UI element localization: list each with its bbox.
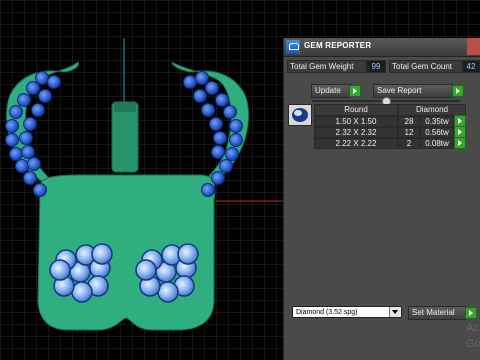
save-report-go-icon[interactable] <box>452 85 464 97</box>
pave-gem <box>9 147 23 161</box>
pave-gem <box>38 89 52 103</box>
pave-gem <box>23 171 37 185</box>
row1-size: 1.50 X 1.50 <box>314 116 398 127</box>
row2-count: 12 <box>398 127 420 138</box>
set-material-go-icon[interactable] <box>465 307 477 319</box>
material-select-value: Diamond (3.52 spg) <box>296 309 358 316</box>
row1-weight: 0.35tw <box>420 116 454 127</box>
panel-titlebar[interactable]: GEM REPORTER <box>284 38 480 57</box>
pave-gem <box>23 117 37 131</box>
pave-gem <box>47 75 61 89</box>
update-button[interactable]: Update <box>311 84 351 98</box>
material-select[interactable]: Diamond (3.52 spg) <box>292 306 402 318</box>
row3-weight: 0.08tw <box>420 138 454 149</box>
gem-thumbnail-icon <box>288 104 312 126</box>
pave-gem <box>201 103 215 117</box>
row3-size: 2.22 X 2.22 <box>314 138 398 149</box>
pave-gem <box>201 183 215 197</box>
row3-count: 2 <box>398 138 420 149</box>
pave-gem <box>225 147 239 161</box>
pave-gem <box>27 157 41 171</box>
chevron-down-icon[interactable] <box>389 307 401 317</box>
pave-gem <box>213 131 227 145</box>
pave-gem <box>205 81 219 95</box>
pave-gem <box>193 89 207 103</box>
pave-gem <box>211 145 225 159</box>
row1-count: 28 <box>398 116 420 127</box>
set-material-button[interactable]: Set Material <box>408 306 466 320</box>
center-gem <box>177 243 199 265</box>
pave-gem <box>229 119 243 133</box>
pave-gem <box>35 71 49 85</box>
center-gem <box>71 281 93 303</box>
table-header-round: Round <box>314 104 398 116</box>
save-report-button[interactable]: Save Report <box>373 84 453 98</box>
pave-gem <box>5 119 19 133</box>
row2-size: 2.32 X 2.32 <box>314 127 398 138</box>
pave-gem <box>33 183 47 197</box>
pave-gem <box>183 75 197 89</box>
pave-gem <box>9 105 23 119</box>
row2-weight: 0.56tw <box>420 127 454 138</box>
total-gem-count-label: Total Gem Count <box>389 60 463 73</box>
center-gem <box>135 259 157 281</box>
center-gem <box>49 259 71 281</box>
pave-gem <box>15 159 29 173</box>
pave-gem <box>223 105 237 119</box>
pave-gem <box>229 133 243 147</box>
pave-gem <box>19 131 33 145</box>
total-gem-count-value: 42 <box>462 60 480 73</box>
watermark-line1: Ac <box>466 322 479 334</box>
panel-title: GEM REPORTER <box>304 41 372 50</box>
pave-gem <box>195 71 209 85</box>
pave-gem <box>209 117 223 131</box>
watermark-line2: Go <box>466 338 480 350</box>
center-gem <box>91 243 113 265</box>
close-icon[interactable] <box>467 38 480 55</box>
pave-gem <box>5 133 19 147</box>
total-gem-weight-value: 99 <box>366 60 386 73</box>
center-gem <box>157 281 179 303</box>
pave-gem <box>31 103 45 117</box>
gem-reporter-icon <box>286 40 300 54</box>
row3-go-icon[interactable] <box>454 137 466 149</box>
total-gem-weight-label: Total Gem Weight <box>287 60 368 73</box>
pave-gem <box>17 93 31 107</box>
pave-gem <box>215 93 229 107</box>
update-go-icon[interactable] <box>349 85 361 97</box>
gem-reporter-panel: GEM REPORTER Total Gem Weight 99 Total G… <box>283 38 480 360</box>
pave-gem <box>211 171 225 185</box>
pave-gem <box>26 81 40 95</box>
pave-gem <box>219 159 233 173</box>
pave-gem <box>21 145 35 159</box>
